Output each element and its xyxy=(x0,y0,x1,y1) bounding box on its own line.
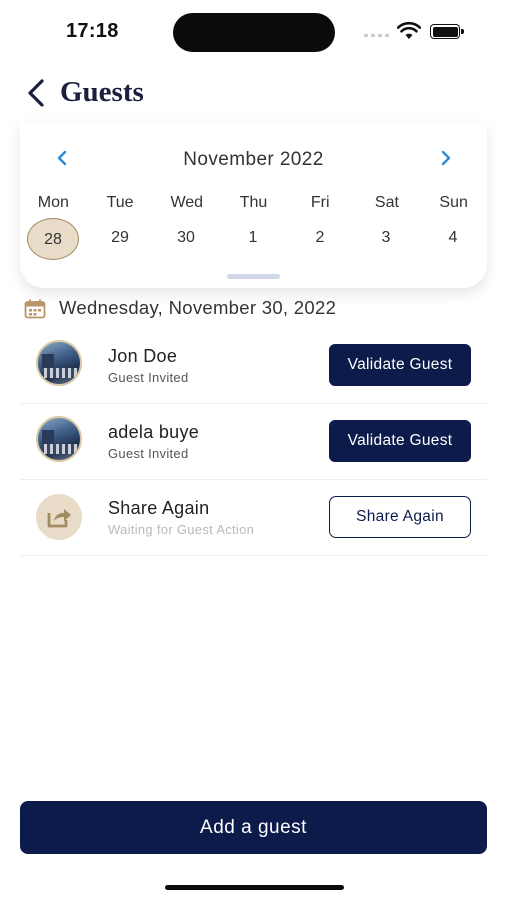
back-chevron-icon[interactable] xyxy=(24,78,50,108)
next-month-icon[interactable] xyxy=(438,150,454,166)
weekday-label: Mon xyxy=(37,194,69,211)
share-again-button[interactable]: Share Again xyxy=(329,496,471,538)
weekday-label: Thu xyxy=(239,194,268,211)
calendar-day[interactable]: 3 xyxy=(360,218,412,258)
weekday-label: Sun xyxy=(439,194,468,211)
status-time: 17:18 xyxy=(66,20,119,42)
status-bar: 17:18 xyxy=(0,0,507,62)
calendar-day[interactable]: 29 xyxy=(94,218,146,258)
add-guest-button[interactable]: Add a guest xyxy=(20,801,487,854)
header: Guests xyxy=(0,70,507,118)
calendar-day[interactable]: 1 xyxy=(227,218,279,258)
page-title: Guests xyxy=(60,76,144,108)
calendar-icon xyxy=(24,299,46,319)
weekday-label: Sat xyxy=(374,194,399,211)
weekday-label: Tue xyxy=(106,194,134,211)
guest-name: adela buye xyxy=(108,422,200,442)
guest-status: Waiting for Guest Action xyxy=(108,522,255,537)
guest-status: Guest Invited xyxy=(108,370,189,385)
week-calendar: November 2022 Mon Tue Wed Thu Fri Sat Su… xyxy=(20,122,487,288)
weekday-header-row: Mon Tue Wed Thu Fri Sat Sun xyxy=(20,194,487,216)
cellular-signal-icon xyxy=(364,34,389,37)
selected-date-label: Wednesday, November 30, 2022 xyxy=(59,297,337,318)
guest-name: Share Again xyxy=(108,498,210,518)
dynamic-island xyxy=(173,13,335,52)
battery-icon xyxy=(430,24,464,39)
calendar-expand-handle[interactable] xyxy=(227,274,280,279)
guest-status: Guest Invited xyxy=(108,446,189,461)
guest-row: Share Again Waiting for Guest Action Sha… xyxy=(20,480,487,556)
calendar-day[interactable]: 30 xyxy=(160,218,212,258)
guest-row: Jon Doe Guest Invited Validate Guest xyxy=(20,328,487,404)
guest-row: adela buye Guest Invited Validate Guest xyxy=(20,404,487,480)
home-indicator xyxy=(165,885,344,890)
guest-avatar xyxy=(36,340,82,386)
wifi-icon xyxy=(397,22,421,39)
guest-list: Jon Doe Guest Invited Validate Guest ade… xyxy=(20,328,487,556)
guest-name: Jon Doe xyxy=(108,346,178,366)
guest-avatar xyxy=(36,416,82,462)
calendar-day-selected[interactable]: 28 xyxy=(27,218,79,260)
weekday-label: Fri xyxy=(310,194,330,211)
share-icon xyxy=(36,494,82,540)
calendar-day[interactable]: 4 xyxy=(427,218,479,258)
month-label: November 2022 xyxy=(183,149,324,170)
weekday-label: Wed xyxy=(170,194,204,211)
calendar-day[interactable]: 2 xyxy=(294,218,346,258)
validate-guest-button[interactable]: Validate Guest xyxy=(329,344,471,386)
validate-guest-button[interactable]: Validate Guest xyxy=(329,420,471,462)
